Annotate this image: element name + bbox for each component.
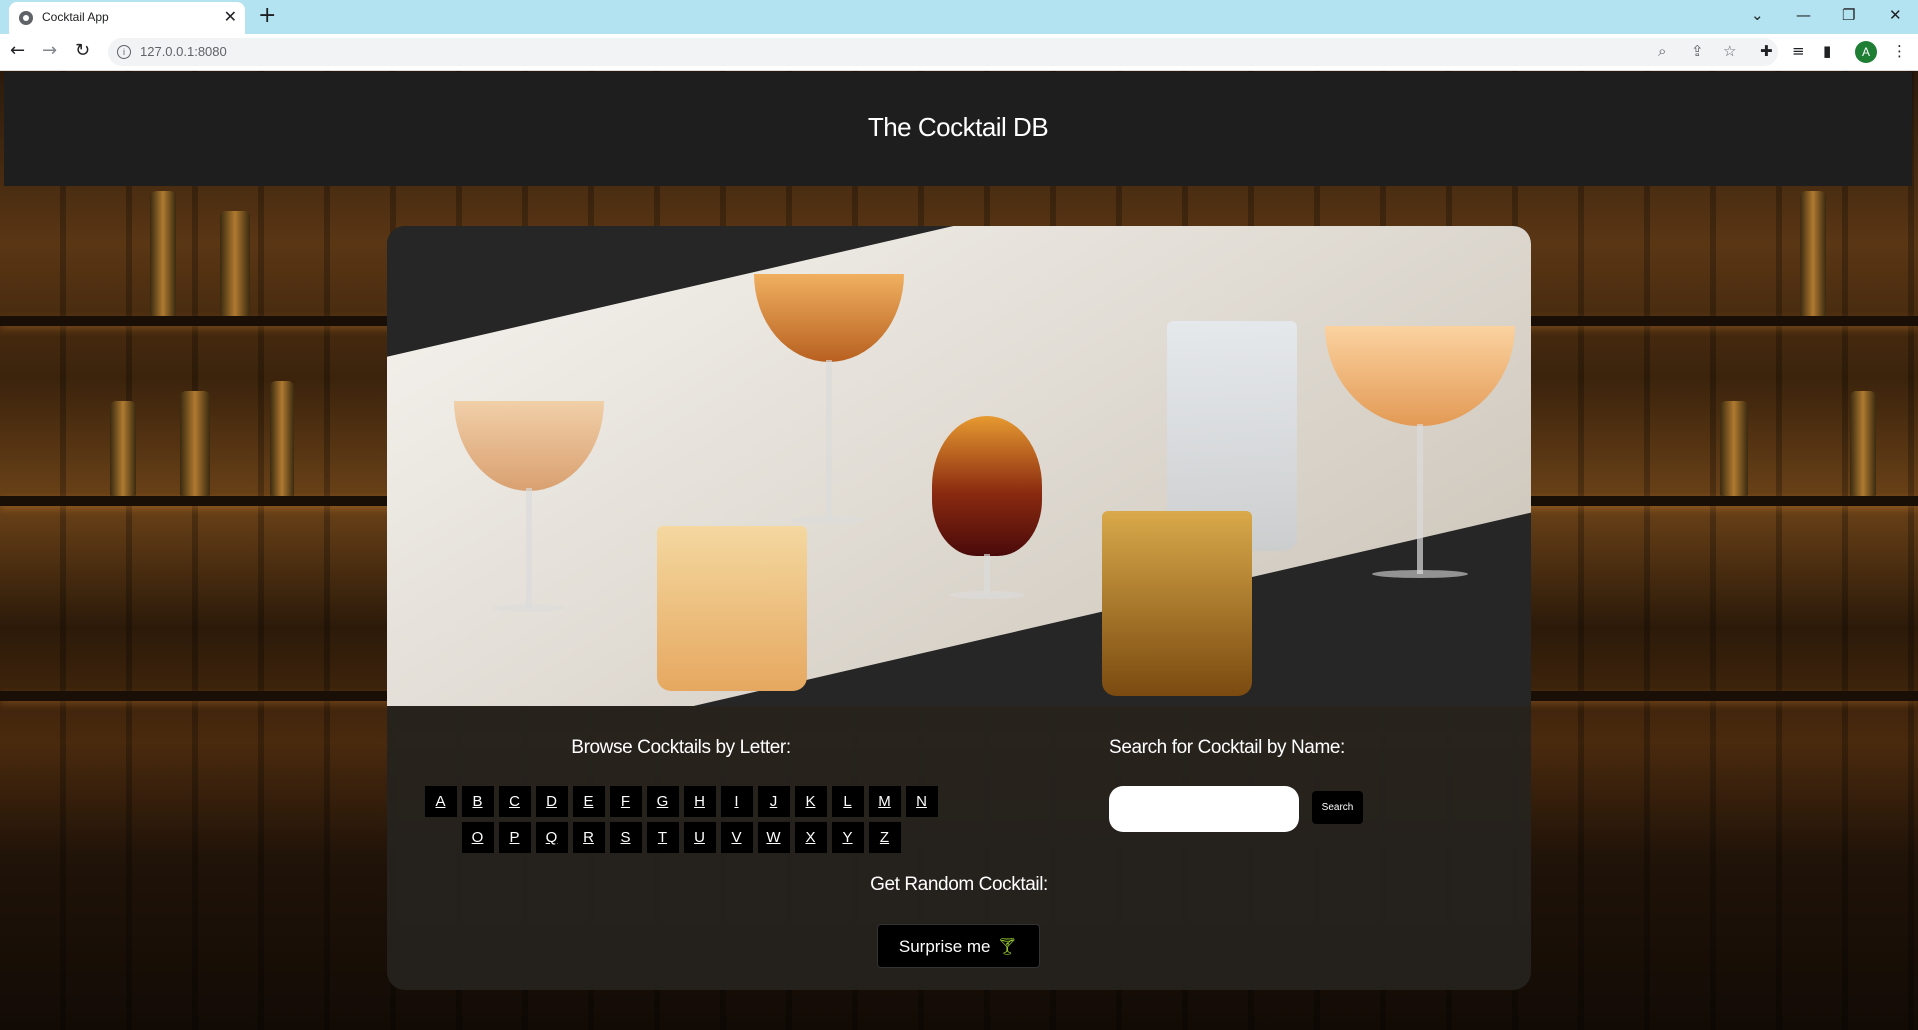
restore-icon[interactable]: ❐ [1842,6,1855,24]
letter-button-r[interactable]: R [572,822,605,853]
site-header: The Cocktail DB [4,72,1912,186]
zoom-icon[interactable]: ⌕ [1658,42,1666,60]
letter-button-z[interactable]: Z [868,822,901,853]
letter-row: OPQRSTUVWXYZ [421,822,941,853]
surprise-me-label: Surprise me [898,937,991,956]
glass-base [1372,570,1468,578]
menu-kebab-icon[interactable]: ⋮ [1892,42,1907,60]
letter-button-m[interactable]: M [868,786,901,817]
letter-button-d[interactable]: D [535,786,568,817]
glass-stem [1417,424,1423,574]
bookmark-star-icon[interactable]: ☆ [1723,42,1736,60]
letter-button-f[interactable]: F [609,786,642,817]
controls-panel: Browse Cocktails by Letter: ABCDEFGHIJKL… [387,706,1531,990]
random-title: Get Random Cocktail: [870,874,1048,895]
tab-search-icon[interactable]: ⌄ [1751,6,1764,24]
tab-title: Cocktail App [42,10,109,24]
glass-stem [826,360,832,520]
cucumber-tumbler [657,526,807,691]
martini-icon: 🍸︎ [996,937,1019,956]
glass-base [949,591,1025,599]
glass-stem [984,554,990,594]
search-button[interactable]: Search [1312,791,1363,824]
address-bar[interactable]: i 127.0.0.1:8080 ⌕ ⇪ ☆ [108,38,1778,66]
letter-button-o[interactable]: O [461,822,494,853]
letter-button-p[interactable]: P [498,822,531,853]
browser-tab[interactable]: Cocktail App ✕ [9,2,245,34]
bottle-decoration [1850,391,1876,496]
bottle-decoration [110,401,136,496]
main-card: Browse Cocktails by Letter: ABCDEFGHIJKL… [387,226,1531,990]
letter-buttons: ABCDEFGHIJKLMN OPQRSTUVWXYZ [421,786,941,858]
letter-button-t[interactable]: T [646,822,679,853]
letter-button-n[interactable]: N [905,786,938,817]
close-tab-icon[interactable]: ✕ [224,7,237,26]
reload-icon[interactable]: ↻ [75,41,90,61]
letter-button-x[interactable]: X [794,822,827,853]
media-control-icon[interactable]: ≡ [1792,42,1805,60]
site-info-icon[interactable]: i [117,45,131,59]
letter-button-c[interactable]: C [498,786,531,817]
letter-button-j[interactable]: J [757,786,790,817]
glass-stem [526,488,532,608]
url-text[interactable]: 127.0.0.1:8080 [140,44,227,59]
glass-base [792,516,866,524]
letter-button-l[interactable]: L [831,786,864,817]
letter-button-e[interactable]: E [572,786,605,817]
letter-button-u[interactable]: U [683,822,716,853]
side-panel-icon[interactable]: ▮ [1823,42,1831,60]
extensions-icon[interactable]: ✚ [1760,42,1773,60]
bottle-decoration [1800,191,1826,316]
browse-title: Browse Cocktails by Letter: [571,737,791,758]
letter-button-i[interactable]: I [720,786,753,817]
cocktails-hero-image [387,226,1531,706]
letter-button-v[interactable]: V [720,822,753,853]
bottle-decoration [180,391,210,496]
letter-button-h[interactable]: H [683,786,716,817]
browser-toolbar: ← → ↻ i 127.0.0.1:8080 ⌕ ⇪ ☆ ✚ ≡ ▮ A ⋮ [0,34,1918,71]
back-icon[interactable]: ← [10,41,25,61]
minimize-icon[interactable]: — [1796,6,1811,24]
letter-button-s[interactable]: S [609,822,642,853]
page-background: The Cocktail DB Browse Cocktails by Lett… [0,71,1918,1030]
bottle-decoration [270,381,294,496]
close-window-icon[interactable]: ✕ [1889,6,1902,24]
glass-base [492,604,566,612]
surprise-me-button[interactable]: Surprise me 🍸︎ [877,924,1040,968]
new-tab-icon[interactable]: + [258,3,276,28]
bottle-decoration [150,191,176,316]
letter-button-q[interactable]: Q [535,822,568,853]
cocktail-name-search-input[interactable] [1109,786,1299,832]
page-title: The Cocktail DB [867,112,1049,142]
hurricane-glass [932,416,1042,556]
share-icon[interactable]: ⇪ [1691,42,1704,60]
letter-button-y[interactable]: Y [831,822,864,853]
search-title: Search for Cocktail by Name: [1109,737,1345,758]
forward-icon[interactable]: → [42,41,57,61]
letter-button-a[interactable]: A [424,786,457,817]
globe-icon [19,11,33,25]
letter-button-g[interactable]: G [646,786,679,817]
letter-button-w[interactable]: W [757,822,790,853]
letter-button-k[interactable]: K [794,786,827,817]
browser-tab-strip: Cocktail App ✕ + ⌄ — ❐ ✕ [0,0,1918,34]
profile-avatar[interactable]: A [1855,41,1877,63]
bottle-decoration [220,211,250,316]
bottle-decoration [1720,401,1748,496]
letter-button-b[interactable]: B [461,786,494,817]
letter-row: ABCDEFGHIJKLMN [421,786,941,817]
rocks-glass [1102,511,1252,696]
